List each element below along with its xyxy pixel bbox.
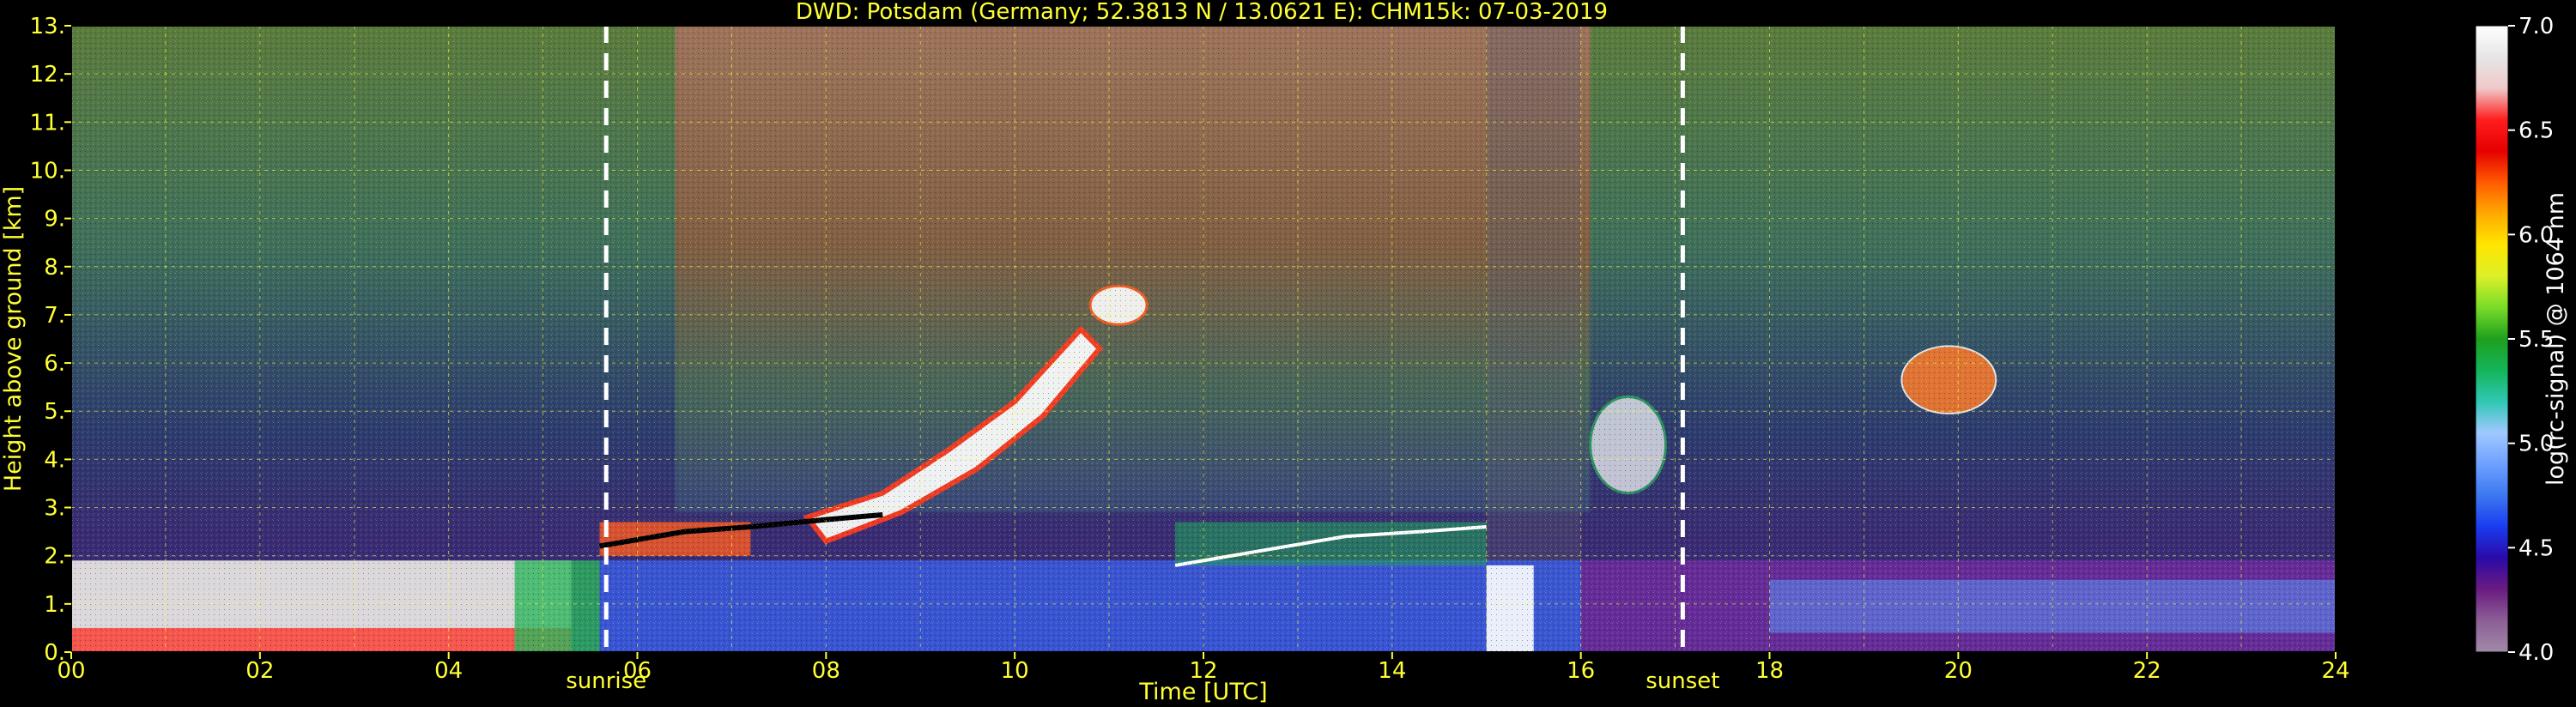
lidar-chart: DWD: Potsdam (Germany; 52.3813 N / 13.06… [0, 0, 2569, 705]
y-tick-label: 7. [44, 303, 65, 329]
y-tick-label: 13. [30, 14, 65, 39]
x-tick-label: 14 [1378, 658, 1406, 684]
plot-area [71, 26, 2336, 652]
y-tick-label: 11. [30, 110, 65, 136]
sunset-label: sunset [1646, 668, 1719, 694]
x-tick-label: 10 [1001, 658, 1029, 684]
x-axis-title: Time [UTC] [1138, 679, 1267, 705]
x-tick-label: 08 [812, 658, 840, 684]
y-tick-label: 5. [44, 399, 65, 425]
y-tick-label: 2. [44, 544, 65, 570]
x-tick-label: 24 [2321, 658, 2349, 684]
y-axis-title: Height above ground [km] [0, 186, 27, 492]
x-tick-label: 06 [623, 658, 652, 684]
x-tick-label: 16 [1567, 658, 1595, 684]
colorbar-scale [2475, 25, 2509, 653]
x-tick-label: 22 [2133, 658, 2161, 684]
y-tick-label: 0. [44, 640, 65, 666]
colorbar-title: log(rc-signal) @ 1064 nm [2543, 192, 2569, 486]
chart-title: DWD: Potsdam (Germany; 52.3813 N / 13.06… [796, 0, 1608, 25]
y-tick-label: 9. [44, 207, 65, 233]
y-tick-label: 1. [44, 592, 65, 618]
y-tick-label: 10. [30, 158, 65, 184]
y-tick-label: 8. [44, 255, 65, 281]
colorbar-tick-label: 4.0 [2518, 640, 2554, 666]
x-tick-label: 02 [245, 658, 274, 684]
colorbar-tick-label: 6.5 [2518, 118, 2554, 144]
y-tick-label: 12. [30, 62, 65, 88]
colorbar-tick-label: 4.5 [2518, 535, 2554, 561]
colorbar: 4.04.55.05.56.06.57.0log(rc-signal) @ 10… [2475, 14, 2569, 666]
x-tick-label: 18 [1755, 658, 1784, 684]
y-tick-label: 6. [44, 351, 65, 377]
x-tick-label: 20 [1944, 658, 1973, 684]
x-tick-label: 04 [434, 658, 463, 684]
colorbar-tick-label: 7.0 [2518, 14, 2554, 39]
y-tick-label: 4. [44, 447, 65, 473]
y-tick-label: 3. [44, 496, 65, 522]
